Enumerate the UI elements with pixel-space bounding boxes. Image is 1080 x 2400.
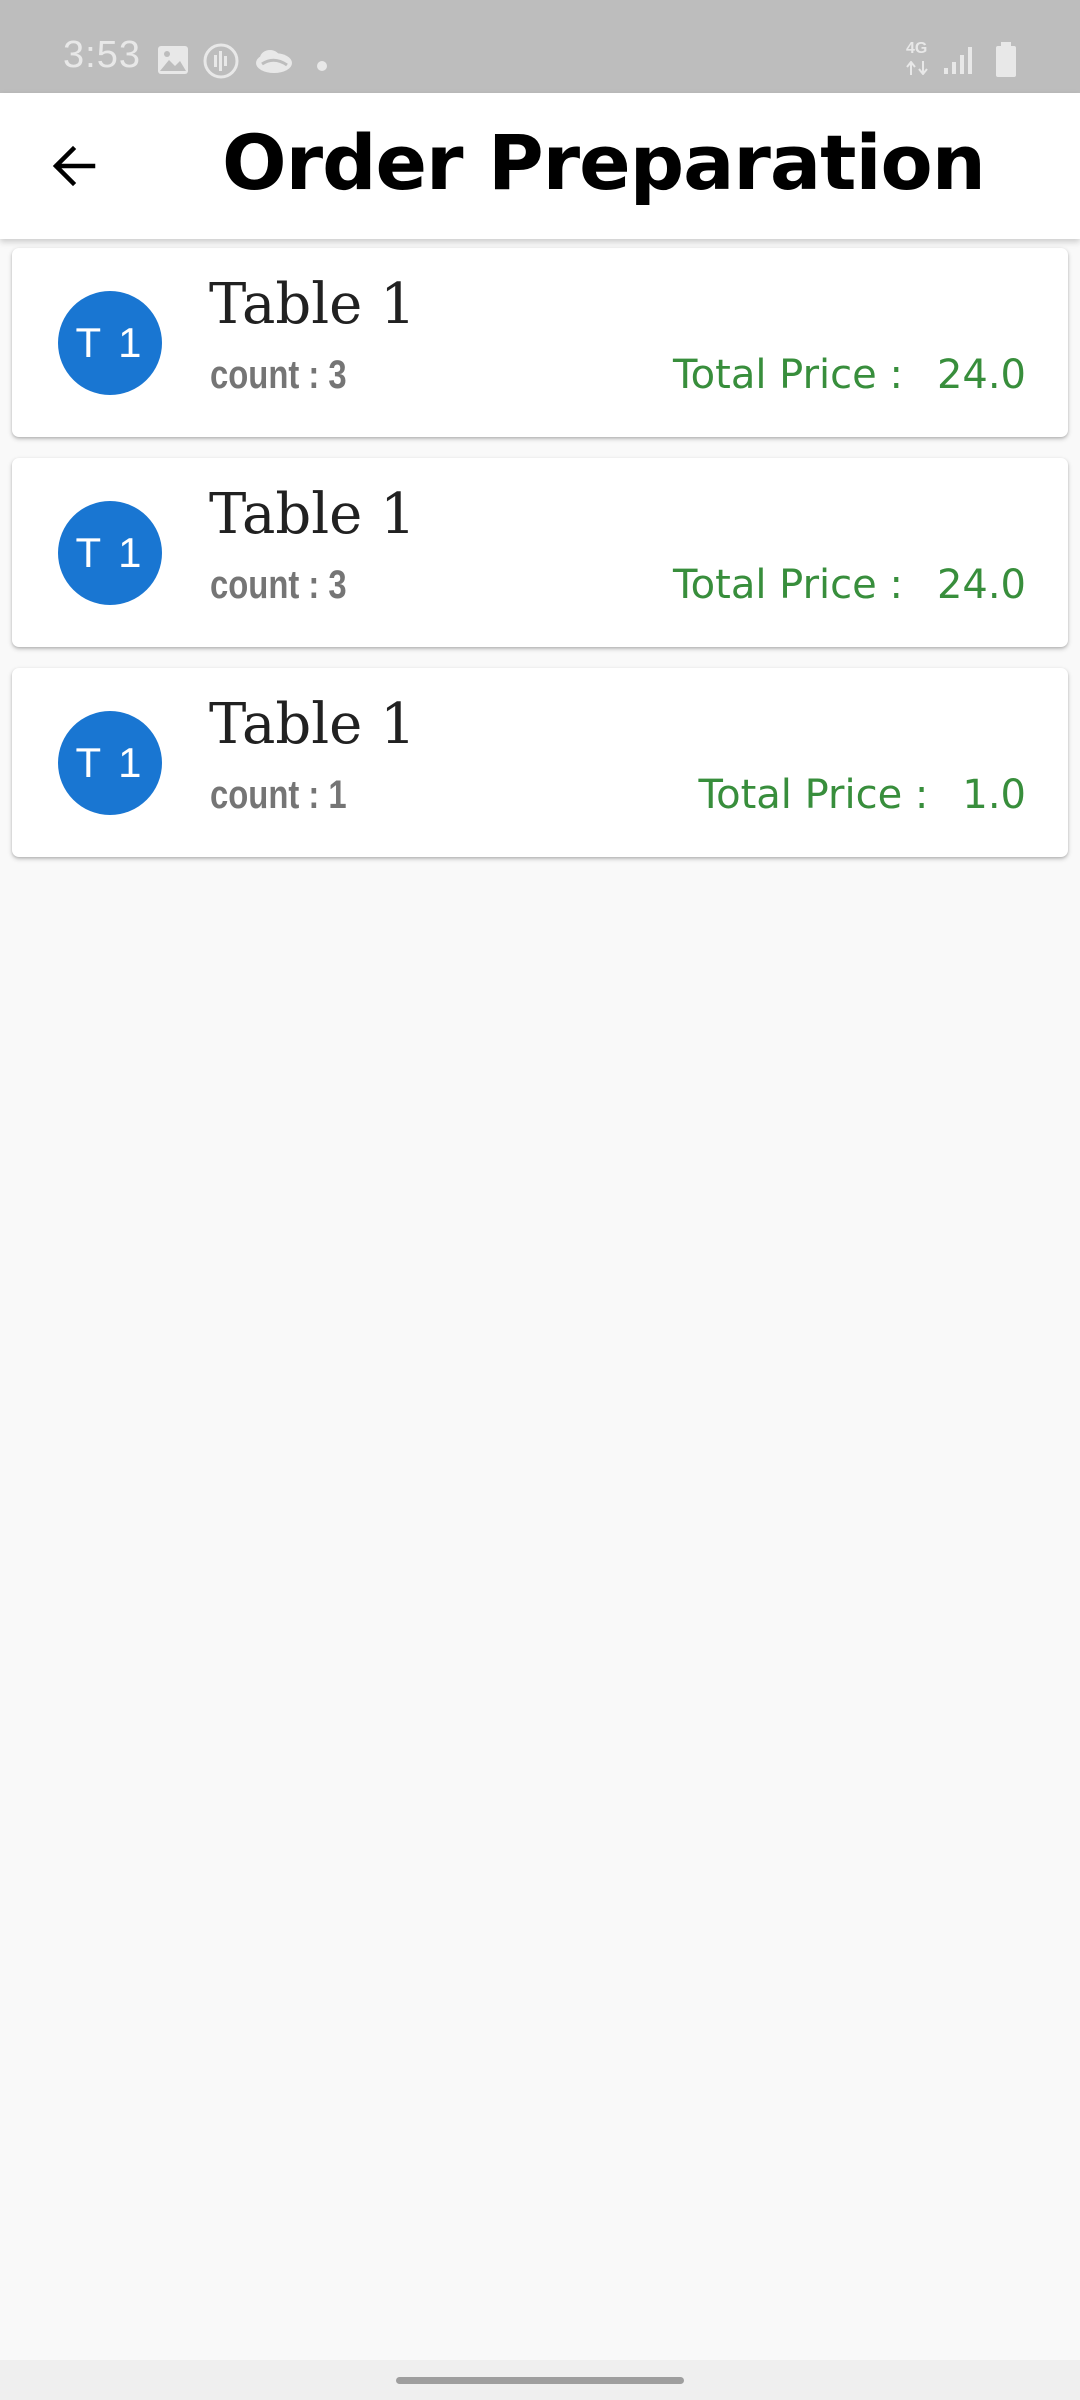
item-count: count : 1 — [210, 773, 347, 817]
total-price-value: 1.0 — [962, 772, 1026, 818]
network-4g-icon: 4G — [906, 40, 928, 57]
order-card[interactable]: T 1 Table 1 count : 3 Total Price : 24.0 — [12, 248, 1068, 437]
navigation-bar — [0, 2360, 1080, 2400]
table-avatar: T 1 — [58, 501, 162, 605]
app-bar: Order Preparation — [0, 93, 1080, 239]
cloud-icon — [254, 46, 294, 80]
item-count: count : 3 — [210, 563, 347, 607]
home-gesture-handle[interactable] — [396, 2377, 684, 2384]
total-price-value: 24.0 — [936, 562, 1026, 608]
item-count: count : 3 — [210, 353, 347, 397]
table-name: Table 1 — [209, 482, 416, 547]
battery-icon — [994, 42, 1018, 82]
order-card[interactable]: T 1 Table 1 count : 3 Total Price : 24.0 — [12, 458, 1068, 647]
table-avatar: T 1 — [58, 711, 162, 815]
table-name: Table 1 — [209, 692, 416, 757]
total-price: Total Price : 24.0 — [673, 561, 1026, 609]
back-button[interactable] — [36, 128, 112, 204]
total-price-label: Total Price : — [673, 562, 903, 608]
status-bar: 3:53 4G — [0, 0, 1080, 93]
voice-recorder-icon — [203, 43, 239, 83]
total-price: Total Price : 1.0 — [698, 771, 1026, 819]
total-price: Total Price : 24.0 — [673, 351, 1026, 399]
total-price-label: Total Price : — [673, 352, 903, 398]
data-arrows-icon — [906, 60, 930, 79]
dot-icon — [317, 56, 327, 75]
table-name: Table 1 — [209, 272, 416, 337]
total-price-value: 24.0 — [936, 352, 1026, 398]
order-card[interactable]: T 1 Table 1 count : 1 Total Price : 1.0 — [12, 668, 1068, 857]
signal-icon — [942, 44, 974, 80]
total-price-label: Total Price : — [698, 772, 929, 818]
gallery-icon — [157, 45, 189, 79]
arrow-back-icon — [52, 145, 96, 187]
status-time: 3:53 — [63, 34, 141, 76]
page-title: Order Preparation — [222, 118, 986, 207]
table-avatar: T 1 — [58, 291, 162, 395]
